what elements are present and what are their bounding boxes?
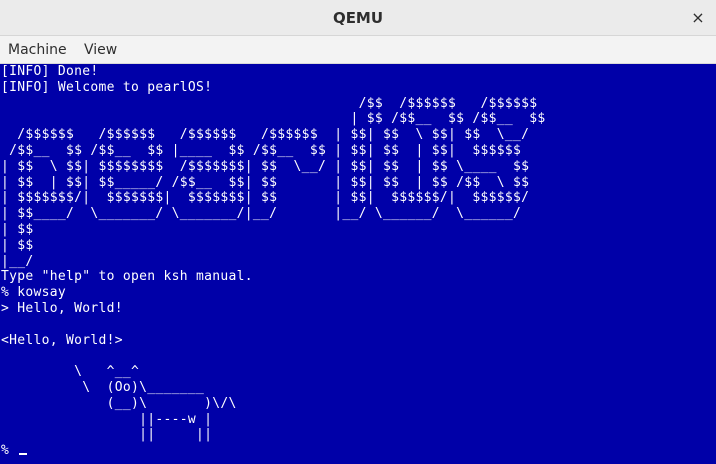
console-line: (__)\ )\/\	[1, 395, 237, 411]
console-line: | $$____/ \_______/ \_______/|__/ |__/ \…	[1, 206, 530, 222]
guest-display[interactable]: [INFO] Done! [INFO] Welcome to pearlOS! /…	[0, 64, 716, 464]
console-line: | $$$$$$$/| $$$$$$$| $$$$$$$| $$ | $$| $…	[1, 190, 530, 206]
console-line: |__/	[1, 253, 34, 269]
text-cursor	[19, 453, 28, 456]
console-line: | $$ \ $$| $$$$$$$$ /$$$$$$$| $$ \__/ | …	[1, 158, 530, 174]
console-line: | $$ /$$__ $$ /$$__ $$	[1, 111, 546, 127]
console-line: ||----w |	[1, 411, 213, 427]
console-line: [INFO] Welcome to pearlOS!	[1, 79, 213, 95]
console-output: [INFO] Done! [INFO] Welcome to pearlOS! /…	[1, 64, 546, 459]
console-line: | $$	[1, 221, 34, 237]
console-line: || ||	[1, 427, 213, 443]
console-line: Type "help" to open ksh manual.	[1, 269, 253, 285]
console-line: /$$ /$$$$$$ /$$$$$$	[1, 95, 546, 111]
menu-bar: Machine View	[0, 36, 716, 64]
console-line: /$$$$$$ /$$$$$$ /$$$$$$ /$$$$$$ | $$| $$…	[1, 127, 530, 143]
console-line: \ ^__^	[1, 364, 140, 380]
console-line: %	[1, 443, 546, 459]
qemu-window: QEMU × Machine View [INFO] Done! [INFO] W…	[0, 0, 716, 464]
console-line: | $$ | $$| $$_____/ /$$__ $$| $$ | $$| $…	[1, 174, 530, 190]
console-line: \ (Oo)\_______	[1, 379, 205, 395]
menu-view[interactable]: View	[84, 36, 117, 64]
console-line: > Hello, World!	[1, 300, 123, 316]
console-line: <Hello, World!>	[1, 332, 123, 348]
console-line: /$$__ $$ /$$__ $$ |____ $$ /$$__ $$ | $$…	[1, 142, 530, 158]
title-bar[interactable]: QEMU ×	[0, 0, 716, 36]
console-line: | $$	[1, 237, 34, 253]
close-icon[interactable]: ×	[688, 8, 708, 28]
console-line: % kowsay	[1, 285, 67, 301]
window-title: QEMU	[332, 9, 384, 27]
console-line: [INFO] Done!	[1, 64, 99, 79]
menu-machine[interactable]: Machine	[8, 36, 67, 64]
